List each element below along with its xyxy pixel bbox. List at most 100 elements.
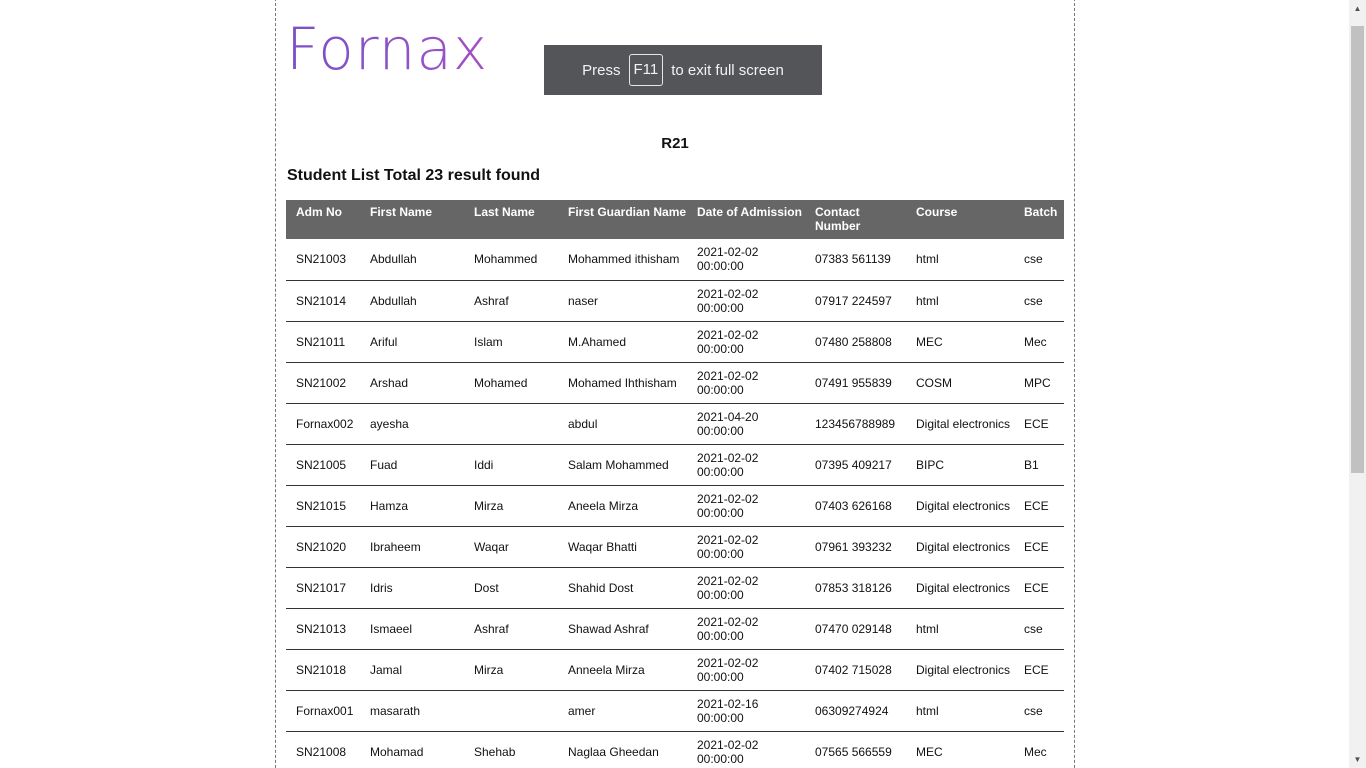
- table-cell: Shawad Ashraf: [558, 608, 687, 650]
- table-cell: cse: [1014, 690, 1064, 732]
- table-cell: 07917 224597: [805, 280, 906, 322]
- table-cell: SN21011: [286, 321, 360, 363]
- table-cell: Mirza: [464, 649, 558, 691]
- banner-suffix: to exit full screen: [671, 61, 784, 79]
- table-cell: Dost: [464, 567, 558, 609]
- column-header: Last Name: [464, 200, 558, 239]
- table-cell: 07403 626168: [805, 485, 906, 527]
- table-cell: Digital electronics: [906, 403, 1014, 445]
- table-cell: naser: [558, 280, 687, 322]
- table-cell: Digital electronics: [906, 649, 1014, 691]
- table-cell: 2021-02-02 00:00:00: [687, 321, 805, 363]
- triangle-up-icon: ▲: [1353, 4, 1362, 13]
- table-cell: Ariful: [360, 321, 464, 363]
- table-cell: MEC: [906, 321, 1014, 363]
- f11-key: F11: [628, 54, 664, 86]
- table-cell: 07853 318126: [805, 567, 906, 609]
- table-cell: 07383 561139: [805, 239, 906, 281]
- table-cell: 2021-02-02 00:00:00: [687, 280, 805, 322]
- table-cell: SN21008: [286, 731, 360, 768]
- table-cell: Ashraf: [464, 608, 558, 650]
- table-cell: Mohammed ithisham: [558, 239, 687, 281]
- table-cell: 07470 029148: [805, 608, 906, 650]
- table-cell: MEC: [906, 731, 1014, 768]
- table-cell: M.Ahamed: [558, 321, 687, 363]
- table-cell: [464, 690, 558, 732]
- student-list-title: Student List Total 23 result found: [287, 167, 541, 184]
- table-cell: Fornax002: [286, 403, 360, 445]
- table-cell: Mohamed: [464, 362, 558, 404]
- table-row: SN21013 Ismaeel Ashraf Shawad Ashraf 2021-02…: [286, 608, 1064, 650]
- table-cell: 2021-02-02 00:00:00: [687, 239, 805, 281]
- column-header: First Name: [360, 200, 464, 239]
- column-header: Contact Number: [805, 200, 906, 239]
- table-cell: ayesha: [360, 403, 464, 445]
- table-cell: masarath: [360, 690, 464, 732]
- column-header: Batch: [1014, 200, 1064, 239]
- table-cell: html: [906, 280, 1014, 322]
- table-row: SN21017 Idris Dost Shahid Dost 2021-02-02 00…: [286, 567, 1064, 609]
- table-cell: 2021-02-02 00:00:00: [687, 485, 805, 527]
- table-row: SN21002 Arshad Mohamed Mohamed Ihthisham 202…: [286, 362, 1064, 404]
- report-heading: R21: [661, 135, 689, 152]
- table-cell: Ashraf: [464, 280, 558, 322]
- table-row: SN21018 Jamal Mirza Anneela Mirza 2021-02-02…: [286, 649, 1064, 691]
- fullscreen-exit-banner: Press F11 to exit full screen: [544, 45, 822, 95]
- table-cell: 07565 566559: [805, 731, 906, 768]
- table-cell: SN21014: [286, 280, 360, 322]
- table-cell: 2021-02-02 00:00:00: [687, 526, 805, 568]
- table-cell: 07402 715028: [805, 649, 906, 691]
- table-cell: Mohammed: [464, 239, 558, 281]
- table-cell: Digital electronics: [906, 526, 1014, 568]
- table-cell: Salam Mohammed: [558, 444, 687, 486]
- table-cell: Ismaeel: [360, 608, 464, 650]
- table-cell: Mirza: [464, 485, 558, 527]
- table-cell: Ibraheem: [360, 526, 464, 568]
- table-row: Fornax002 ayesha abdul 2021-04-20 00:00:00 1…: [286, 403, 1064, 445]
- table-cell: ECE: [1014, 649, 1064, 691]
- table-cell: COSM: [906, 362, 1014, 404]
- table-cell: html: [906, 608, 1014, 650]
- table-cell: MPC: [1014, 362, 1064, 404]
- table-cell: abdul: [558, 403, 687, 445]
- table-cell: SN21002: [286, 362, 360, 404]
- table-cell: cse: [1014, 239, 1064, 281]
- table-cell: Anneela Mirza: [558, 649, 687, 691]
- table-cell: Naglaa Gheedan: [558, 731, 687, 768]
- table-cell: Fuad: [360, 444, 464, 486]
- table-cell: SN21020: [286, 526, 360, 568]
- table-cell: 07961 393232: [805, 526, 906, 568]
- scroll-up-button[interactable]: ▲: [1349, 0, 1366, 17]
- table-cell: B1: [1014, 444, 1064, 486]
- table-cell: 2021-02-02 00:00:00: [687, 444, 805, 486]
- table-cell: 2021-04-20 00:00:00: [687, 403, 805, 445]
- table-header-row: Adm No First Name Last Name First Guardian …: [286, 200, 1064, 239]
- table-cell: Digital electronics: [906, 567, 1014, 609]
- table-cell: 07491 955839: [805, 362, 906, 404]
- table-cell: 123456788989: [805, 403, 906, 445]
- table-cell: amer: [558, 690, 687, 732]
- table-row: SN21020 Ibraheem Waqar Waqar Bhatti 2021-02-…: [286, 526, 1064, 568]
- triangle-down-icon: ▼: [1353, 755, 1362, 764]
- table-row: SN21008 Mohamad Shehab Naglaa Gheedan 2021-0…: [286, 731, 1064, 768]
- page-scrollbar[interactable]: ▲ ▼: [1349, 0, 1366, 768]
- table-cell: 2021-02-02 00:00:00: [687, 567, 805, 609]
- table-cell: SN21015: [286, 485, 360, 527]
- column-header: First Guardian Name: [558, 200, 687, 239]
- scroll-down-button[interactable]: ▼: [1349, 751, 1366, 768]
- table-cell: 06309274924: [805, 690, 906, 732]
- browser-viewport: Fornax Press F11 to exit full screen R21…: [0, 0, 1349, 768]
- table-row: SN21003 Abdullah Mohammed Mohammed ithisham…: [286, 239, 1064, 281]
- scroll-thumb[interactable]: [1351, 26, 1364, 473]
- table-cell: SN21017: [286, 567, 360, 609]
- table-cell: Digital electronics: [906, 485, 1014, 527]
- table-cell: cse: [1014, 280, 1064, 322]
- table-cell: [464, 403, 558, 445]
- table-row: SN21014 Abdullah Ashraf naser 2021-02-02 00:…: [286, 280, 1064, 322]
- table-row: Fornax001 masarath amer 2021-02-16 00:00:00…: [286, 690, 1064, 732]
- table-cell: Abdullah: [360, 239, 464, 281]
- table-cell: Fornax001: [286, 690, 360, 732]
- banner-prefix: Press: [582, 61, 621, 79]
- table-cell: BIPC: [906, 444, 1014, 486]
- table-row: SN21005 Fuad Iddi Salam Mohammed 2021-02-02 …: [286, 444, 1064, 486]
